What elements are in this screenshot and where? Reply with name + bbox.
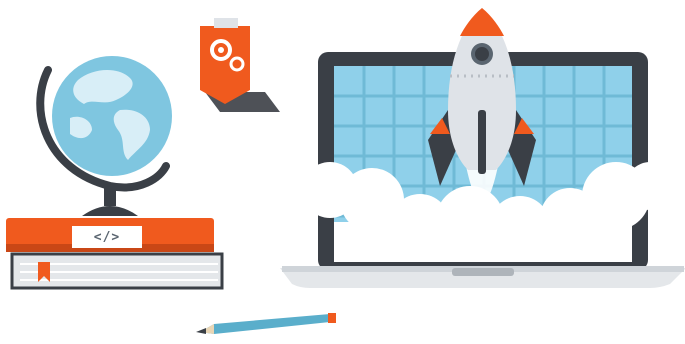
gear-tag-icon: [200, 18, 280, 112]
scene-svg: [6, 8, 685, 334]
illustration: </>: [0, 0, 685, 344]
globe-icon: [36, 56, 172, 216]
pencil-icon: [196, 313, 336, 334]
books: [6, 218, 224, 290]
